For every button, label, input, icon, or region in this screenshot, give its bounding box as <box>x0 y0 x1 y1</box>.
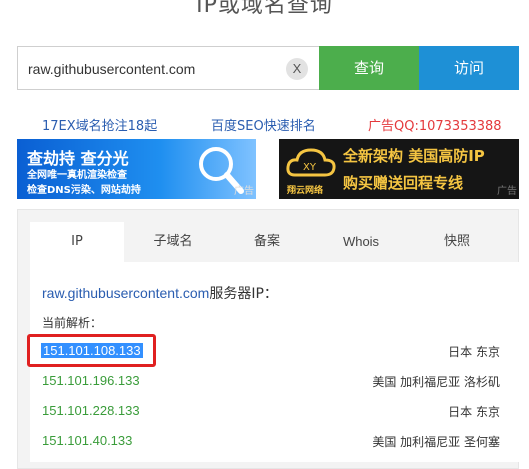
tab-snapshot[interactable]: 快照 <box>410 222 504 262</box>
tab-whois[interactable]: Whois <box>314 222 408 262</box>
ip-row: 151.101.228.133 日本 东京 <box>42 403 500 423</box>
highlight-annotation-box <box>27 334 156 367</box>
current-resolution-label: 当前解析： <box>42 316 103 330</box>
ip-location: 美国 加利福尼亚 圣何塞 <box>372 435 500 449</box>
tab-subdomain[interactable]: 子域名 <box>126 222 220 262</box>
ip-location: 日本 东京 <box>448 405 500 419</box>
banner-right-line-1: 全新架构 美国高防IP <box>343 147 485 165</box>
tab-beian[interactable]: 备案 <box>220 222 314 262</box>
query-button[interactable]: 查询 <box>319 46 419 90</box>
ad-tag: 广告 <box>497 186 517 197</box>
ip-location: 美国 加利福尼亚 洛杉矶 <box>372 375 500 389</box>
ad-tag: 广告 <box>234 186 254 197</box>
queried-domain-link[interactable]: raw.githubusercontent.com <box>42 285 209 301</box>
page-title: IP或域名查询 <box>196 0 333 18</box>
search-input[interactable]: raw.githubusercontent.com X <box>17 46 319 90</box>
promo-link-ad-qq[interactable]: 广告QQ:1073353388 <box>368 115 502 134</box>
promo-link-domain[interactable]: 17EX域名抢注18起 <box>42 115 157 134</box>
ip-address-link[interactable]: 151.101.196.133 <box>42 373 140 388</box>
tab-ip[interactable]: IP <box>30 222 124 262</box>
server-ip-heading: raw.githubusercontent.com服务器IP： <box>42 283 278 303</box>
ip-address-link[interactable]: 151.101.228.133 <box>42 403 140 418</box>
ip-address-link[interactable]: 151.101.40.133 <box>42 433 132 448</box>
ip-row: 151.101.40.133 美国 加利福尼亚 圣何塞 <box>42 433 500 453</box>
banner-right-line-2: 购买赠送回程专线 <box>343 174 464 192</box>
brand-logo-text: 翔云网络 <box>287 186 324 196</box>
server-ip-suffix: 服务器IP： <box>209 286 278 302</box>
banner-ad-us-highdefense-ip[interactable]: XY 翔云网络 全新架构 美国高防IP 购买赠送回程专线 广告 <box>279 139 519 199</box>
banner-ad-hijack-check[interactable]: 查劫持 查分光 全网唯一真机渲染检查 检查DNS污染、网站劫持 广告 <box>17 139 256 199</box>
visit-button[interactable]: 访问 <box>419 46 519 90</box>
cloud-logo-icon: XY <box>286 148 336 177</box>
banner-left-subline-1: 全网唯一真机渲染检查 <box>27 170 127 181</box>
ip-location: 日本 东京 <box>448 345 500 359</box>
ip-row: 151.101.196.133 美国 加利福尼亚 洛杉矶 <box>42 373 500 393</box>
clear-search-button[interactable]: X <box>286 58 308 80</box>
search-input-value[interactable]: raw.githubusercontent.com <box>28 61 195 77</box>
promo-link-seo[interactable]: 百度SEO快速排名 <box>211 115 316 134</box>
banner-left-subline-2: 检查DNS污染、网站劫持 <box>27 185 141 196</box>
svg-text:XY: XY <box>303 162 317 173</box>
